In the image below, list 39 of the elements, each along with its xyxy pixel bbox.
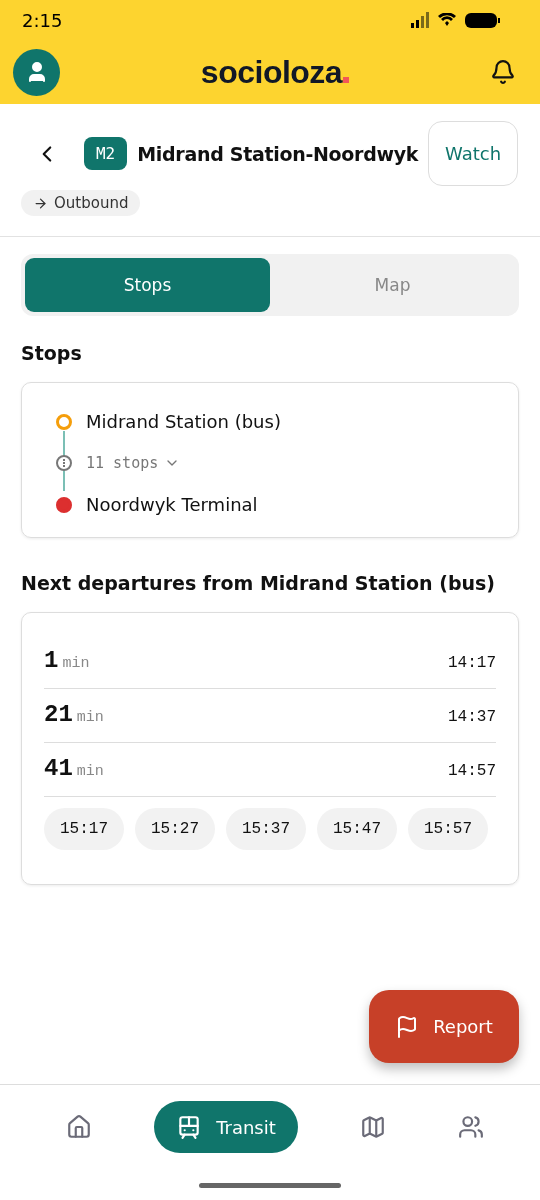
later-time-chip: 15:17	[44, 808, 124, 850]
signal-icon	[411, 12, 429, 28]
direction-chip: Outbound	[21, 190, 141, 216]
minutes-value: 21	[44, 701, 73, 728]
section-heading: Stops	[21, 342, 83, 364]
battery-icon	[465, 12, 500, 28]
minutes-value: 41	[44, 755, 73, 782]
later-time-chip: 15:37	[226, 808, 306, 850]
people-icon	[457, 1114, 484, 1140]
route-badge: M2	[83, 137, 128, 170]
minutes-unit: min	[76, 709, 104, 726]
minutes-unit: min	[62, 655, 90, 672]
route-title: Midrand Station-Noordwyk	[137, 142, 419, 165]
nav-tab[interactable]: Transit	[154, 1101, 298, 1153]
minutes-value: 1	[44, 647, 59, 674]
minutes-unit: min	[76, 763, 104, 780]
expand-stops-button[interactable]: 11 stops	[86, 454, 181, 472]
status-time: 2:15	[22, 9, 63, 31]
bell-icon[interactable]	[490, 59, 516, 85]
later-time-chip: 15:27	[135, 808, 215, 850]
later-time-chip: 15:47	[317, 808, 397, 850]
more-stops-icon	[56, 455, 72, 471]
departure-time: 14:37	[448, 708, 496, 726]
view-tab[interactable]: Stops	[25, 258, 270, 312]
stop-name: Midrand Station (bus)	[86, 411, 281, 432]
departure-time: 14:17	[448, 654, 496, 672]
stop-name: Noordwyk Terminal	[86, 494, 258, 515]
section-heading: Next departures from Midrand Station (bus)	[21, 572, 497, 594]
map-icon	[359, 1114, 386, 1140]
report-button[interactable]: Report	[369, 990, 519, 1063]
profile-avatar[interactable]	[13, 48, 60, 96]
later-time-chip: 15:57	[408, 808, 488, 850]
departure-time: 14:57	[448, 762, 496, 780]
wifi-icon	[437, 13, 457, 27]
home-icon	[66, 1114, 93, 1140]
arrow-right-icon	[33, 195, 48, 211]
watch-button[interactable]: Watch	[428, 121, 518, 186]
app-logo: socioloza	[200, 53, 343, 91]
view-tab[interactable]: Map	[270, 258, 515, 312]
